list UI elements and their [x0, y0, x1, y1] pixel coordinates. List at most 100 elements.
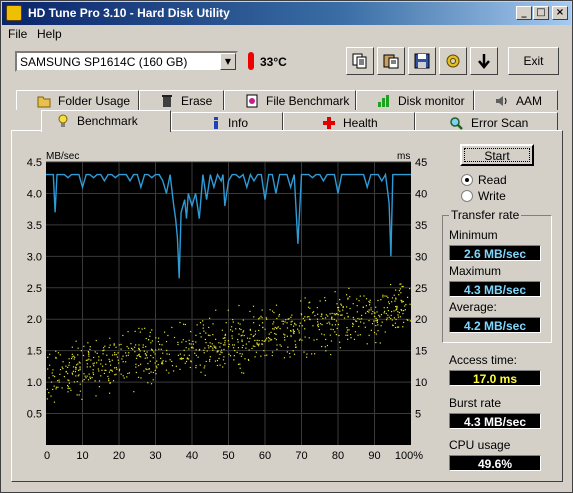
- access-time-point: [397, 316, 400, 318]
- radio-write-dot[interactable]: [461, 190, 473, 202]
- access-time-point: [111, 354, 114, 356]
- access-time-point: [53, 375, 56, 378]
- access-time-point: [298, 332, 300, 334]
- access-time-point: [271, 310, 274, 312]
- access-time-point: [103, 349, 105, 351]
- access-time-point: [87, 379, 90, 381]
- access-time-point: [390, 314, 392, 317]
- access-time-point: [373, 320, 375, 322]
- copy-button[interactable]: [346, 47, 374, 75]
- access-time-point: [352, 322, 354, 325]
- access-time-point: [115, 366, 117, 369]
- access-time-point: [58, 379, 60, 381]
- access-time-point: [403, 321, 405, 323]
- access-time-point: [155, 365, 157, 367]
- access-time-point: [210, 345, 212, 348]
- access-time-point: [89, 348, 91, 350]
- tab-info[interactable]: Info: [171, 112, 283, 132]
- access-time-point: [115, 354, 117, 356]
- access-time-point: [359, 295, 361, 297]
- access-time-point: [325, 338, 327, 341]
- access-time-point: [140, 377, 142, 379]
- access-time-point: [59, 354, 61, 356]
- access-time-point: [285, 319, 287, 321]
- access-time-point: [213, 345, 215, 347]
- access-time-point: [242, 344, 244, 347]
- access-time-point: [145, 337, 147, 340]
- access-time-point: [48, 392, 50, 394]
- tab-file-benchmark[interactable]: File Benchmark: [224, 90, 356, 110]
- access-time-point: [208, 347, 210, 349]
- access-time-point: [233, 355, 235, 357]
- access-time-point: [130, 347, 133, 349]
- access-time-point: [402, 312, 404, 315]
- access-time-point: [146, 368, 148, 371]
- access-time-point: [286, 351, 288, 353]
- access-time-point: [46, 388, 48, 390]
- access-time-point: [300, 313, 302, 315]
- access-time-point: [328, 321, 330, 323]
- access-time-point: [369, 299, 371, 301]
- tab-health[interactable]: Health: [283, 112, 415, 132]
- access-time-point: [373, 315, 376, 317]
- radio-write[interactable]: Write: [461, 189, 521, 203]
- menu-help[interactable]: Help: [37, 27, 62, 41]
- access-time-point: [195, 349, 197, 351]
- maximize-button[interactable]: □: [533, 6, 549, 20]
- access-time-point: [134, 351, 136, 353]
- tab-folder-usage[interactable]: Folder Usage: [16, 90, 139, 110]
- access-time-point: [167, 334, 169, 337]
- tab-disk-monitor[interactable]: Disk monitor: [356, 90, 474, 110]
- close-button[interactable]: ×: [552, 6, 568, 20]
- access-time-point: [352, 325, 354, 327]
- access-time-point: [257, 318, 260, 320]
- title-bar[interactable]: HD Tune Pro 3.10 - Hard Disk Utility _ □…: [2, 2, 571, 25]
- access-time-point: [347, 338, 349, 340]
- access-time-point: [379, 342, 381, 344]
- drive-select[interactable]: SAMSUNG SP1614C (160 GB) ▼: [15, 51, 238, 72]
- minimize-button[interactable]: _: [516, 6, 532, 20]
- tab-error-scan[interactable]: Error Scan: [415, 112, 558, 132]
- options-button[interactable]: [439, 47, 467, 75]
- tab-label: File Benchmark: [266, 94, 350, 108]
- access-time-point: [218, 357, 220, 360]
- access-time-point: [256, 342, 258, 344]
- access-time-point: [93, 362, 95, 364]
- access-time-point: [324, 317, 327, 319]
- access-time-point: [116, 368, 118, 370]
- start-button[interactable]: Start: [460, 144, 534, 166]
- tab-benchmark[interactable]: Benchmark: [41, 110, 171, 132]
- access-time-point: [154, 353, 156, 355]
- access-time-point: [171, 360, 173, 363]
- access-time-point: [128, 352, 130, 354]
- access-time-point: [284, 321, 286, 323]
- radio-read[interactable]: Read: [461, 173, 521, 187]
- access-time-point: [88, 353, 90, 355]
- exit-button[interactable]: Exit: [508, 47, 559, 75]
- access-time-point: [330, 340, 333, 342]
- download-button[interactable]: [470, 47, 498, 75]
- access-time-point: [241, 339, 243, 341]
- y-axis-ticks: 0.5 1.0 1.5 2.0 2.5 3.0 3.5 4.0 4.5: [27, 157, 42, 421]
- access-time-point: [52, 388, 54, 391]
- access-time-point: [180, 358, 182, 360]
- access-time-point: [276, 344, 278, 346]
- paste-button[interactable]: [377, 47, 405, 75]
- access-time-point: [160, 357, 162, 359]
- access-time-point: [55, 388, 57, 390]
- radio-read-dot[interactable]: [461, 174, 473, 186]
- save-button[interactable]: [408, 47, 436, 75]
- access-time-point: [89, 377, 92, 380]
- access-time-point: [75, 375, 77, 377]
- access-time-point: [202, 324, 205, 326]
- access-time-point: [396, 307, 398, 309]
- access-time-point: [156, 360, 158, 362]
- access-time-point: [391, 301, 393, 303]
- access-time-point: [203, 367, 205, 369]
- access-time-point: [356, 298, 358, 300]
- x-axis-ticks: 0 10 20 30 40 50 60 70 80 90 100%: [44, 450, 423, 462]
- tab-aam[interactable]: AAM: [474, 90, 558, 110]
- tab-erase[interactable]: Erase: [139, 90, 224, 110]
- menu-file[interactable]: File: [8, 27, 27, 41]
- chevron-down-icon[interactable]: ▼: [220, 53, 236, 70]
